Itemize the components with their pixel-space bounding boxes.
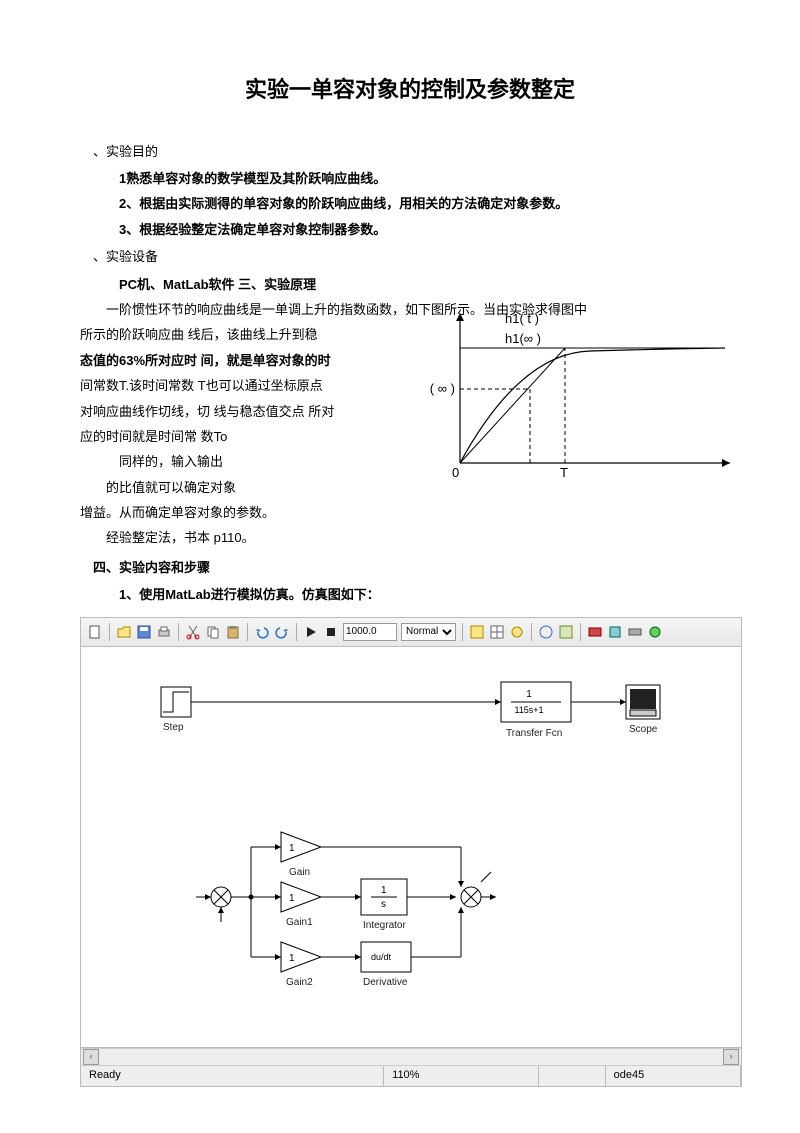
- new-icon[interactable]: [87, 624, 103, 640]
- tool-icon-5[interactable]: [558, 624, 574, 640]
- gain-label: Gain: [289, 864, 310, 882]
- section-4-head: 四、实验内容和步骤: [80, 556, 740, 579]
- s1-item-2: 2、根据由实际测得的单容对象的阶跃响应曲线，用相关的方法确定对象参数。: [80, 192, 740, 215]
- copy-icon[interactable]: [205, 624, 221, 640]
- simulink-canvas[interactable]: 1 115s+1 1 1 1 1 s du/dt Step Transfer F…: [81, 647, 741, 1048]
- gain1-label: Gain1: [286, 914, 313, 932]
- paste-icon[interactable]: [225, 624, 241, 640]
- tool-icon-6[interactable]: [587, 624, 603, 640]
- gain2-label: Gain2: [286, 974, 313, 992]
- principle-text: 一阶惯性环节的响应曲线是一单调上升的指数函数，如下图所示。当由实验求得图中 所示…: [80, 298, 410, 550]
- tool-icon-9[interactable]: [647, 624, 663, 640]
- svg-text:du/dt: du/dt: [371, 952, 392, 962]
- cut-icon[interactable]: [185, 624, 201, 640]
- status-zoom: 110%: [384, 1066, 539, 1086]
- svg-text:1: 1: [289, 843, 295, 854]
- derivative-label: Derivative: [363, 974, 407, 992]
- tool-icon-3[interactable]: [509, 624, 525, 640]
- svg-text:1: 1: [289, 953, 295, 964]
- tool-icon-7[interactable]: [607, 624, 623, 640]
- sim-mode-select[interactable]: Normal: [401, 623, 456, 641]
- s4-item-1: 1、使用MatLab进行模拟仿真。仿真图如下：: [80, 583, 740, 606]
- play-icon[interactable]: [303, 624, 319, 640]
- tool-icon-1[interactable]: [469, 624, 485, 640]
- scroll-left-icon[interactable]: ‹: [83, 1049, 99, 1065]
- tool-icon-2[interactable]: [489, 624, 505, 640]
- undo-icon[interactable]: [254, 624, 270, 640]
- stop-icon[interactable]: [323, 624, 339, 640]
- svg-text:s: s: [381, 899, 386, 910]
- section-1-head: 、实验目的: [80, 140, 740, 163]
- svg-text:h1( t ): h1( t ): [505, 311, 539, 326]
- status-ready: Ready: [81, 1066, 384, 1086]
- svg-text:0: 0: [452, 465, 459, 480]
- scroll-right-icon[interactable]: ›: [723, 1049, 739, 1065]
- s2-item-1: PC机、MatLab软件 三、实验原理: [80, 273, 740, 296]
- horizontal-scrollbar[interactable]: ‹ ›: [81, 1048, 741, 1065]
- save-icon[interactable]: [136, 624, 152, 640]
- svg-text:T: T: [560, 465, 568, 480]
- status-bar: Ready 110% ode45: [81, 1065, 741, 1086]
- simulink-window: Normal: [80, 617, 742, 1087]
- integrator-label: Integrator: [363, 917, 406, 935]
- tf-label: Transfer Fcn: [506, 725, 562, 743]
- scope-label: Scope: [629, 721, 657, 739]
- toolbar: Normal: [81, 618, 741, 647]
- print-icon[interactable]: [156, 624, 172, 640]
- open-icon[interactable]: [116, 624, 132, 640]
- tool-icon-8[interactable]: [627, 624, 643, 640]
- response-curve-figure: h1( t ) h1(∞ ) 0.63h1( ∞ ) 0 T: [430, 303, 740, 483]
- s1-item-3: 3、根据经验整定法确定单容对象控制器参数。: [80, 218, 740, 241]
- section-2-head: 、实验设备: [80, 245, 740, 268]
- page-title: 实验一单容对象的控制及参数整定: [80, 70, 740, 110]
- svg-text:1: 1: [526, 689, 532, 700]
- svg-text:115s+1: 115s+1: [514, 705, 543, 715]
- svg-text:1: 1: [381, 885, 387, 896]
- redo-icon[interactable]: [274, 624, 290, 640]
- svg-text:0.63h1( ∞ ): 0.63h1( ∞ ): [430, 381, 455, 396]
- step-label: Step: [163, 719, 184, 737]
- svg-text:1: 1: [289, 893, 295, 904]
- status-solver: ode45: [606, 1066, 741, 1086]
- s1-item-1: 1熟悉单容对象的数学模型及其阶跃响应曲线。: [80, 167, 740, 190]
- svg-text:h1(∞ ): h1(∞ ): [505, 331, 541, 346]
- tool-icon-4[interactable]: [538, 624, 554, 640]
- sim-time-input[interactable]: [343, 623, 397, 641]
